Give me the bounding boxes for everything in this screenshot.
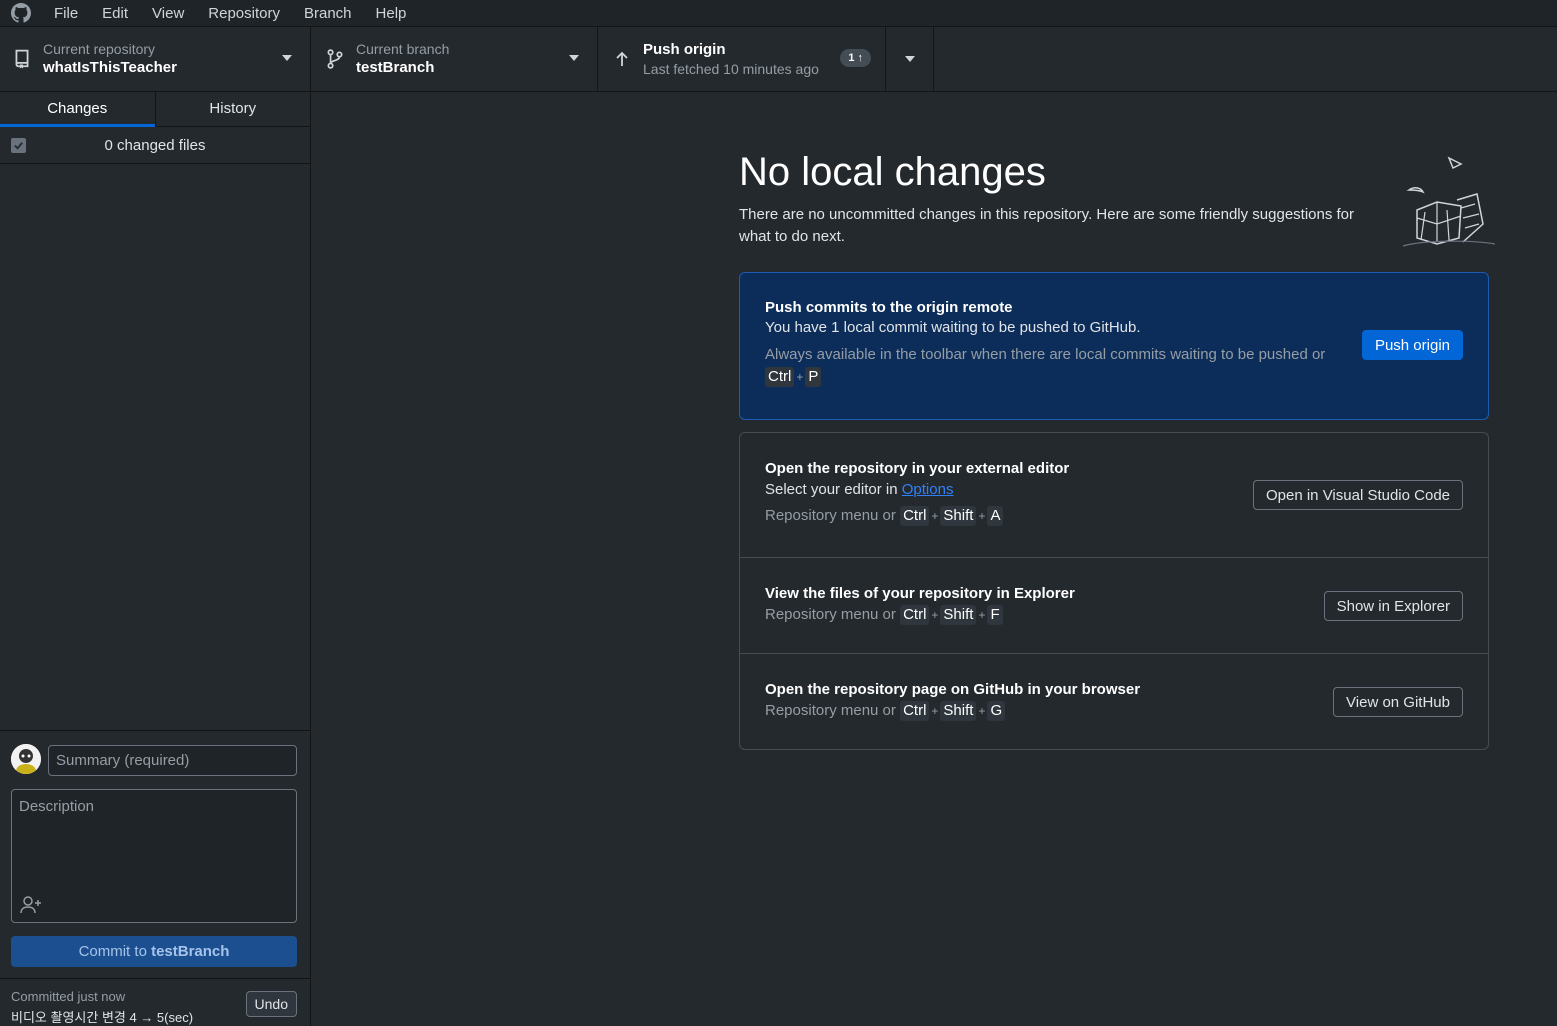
push-subtitle: Last fetched 10 minutes ago: [643, 61, 819, 77]
explorer-card-title: View the files of your repository in Exp…: [765, 585, 1075, 602]
editor-card-title: Open the repository in your external edi…: [765, 460, 1070, 477]
repo-name: whatIsThisTeacher: [43, 59, 177, 76]
push-card-title: Push commits to the origin remote: [765, 299, 1013, 316]
tab-changes[interactable]: Changes: [0, 92, 155, 127]
last-commit-panel: Committed just now 비디오 촬영시간 변경 4 → 5(sec…: [0, 978, 310, 1026]
push-options-dropdown[interactable]: [886, 27, 934, 91]
menu-bar: File Edit View Repository Branch Help: [0, 0, 1557, 27]
commit-form: Commit to testBranch: [0, 730, 310, 978]
repo-label: Current repository: [43, 41, 156, 57]
last-commit-label: Committed just now: [11, 989, 126, 1004]
push-title: Push origin: [643, 41, 726, 58]
menu-help[interactable]: Help: [364, 0, 419, 27]
tab-history[interactable]: History: [154, 92, 311, 126]
explorer-card-hint: Repository menu or: [765, 606, 896, 623]
kbd-shift: Shift: [940, 506, 977, 526]
kbd-ctrl: Ctrl: [900, 605, 930, 625]
branch-label: Current branch: [356, 41, 450, 57]
page-subtitle: There are no uncommitted changes in this…: [739, 206, 1355, 245]
repo-icon: [12, 49, 32, 69]
branch-name: testBranch: [356, 59, 435, 76]
arrow-up-icon: [612, 49, 632, 69]
commit-button-prefix: Commit to: [78, 943, 152, 960]
chevron-down-icon: [282, 55, 292, 61]
repository-selector[interactable]: Current repository whatIsThisTeacher: [0, 27, 311, 91]
push-card-text: You have 1 local commit waiting to be pu…: [765, 319, 1141, 336]
push-origin-button[interactable]: Push origin Last fetched 10 minutes ago …: [598, 27, 886, 91]
page-title: No local changes: [739, 150, 1046, 194]
options-link[interactable]: Options: [902, 481, 954, 498]
push-origin-card-button[interactable]: Push origin: [1361, 330, 1463, 360]
chevron-down-icon: [904, 56, 915, 62]
kbd-shift: Shift: [940, 701, 977, 721]
github-suggestion: Open the repository page on GitHub in yo…: [740, 653, 1488, 749]
editor-card-hint: Repository menu or: [765, 507, 896, 524]
menu-view[interactable]: View: [140, 0, 196, 27]
push-commits-card: Push commits to the origin remote You ha…: [739, 272, 1489, 420]
changed-files-count: 0 changed files: [104, 136, 206, 154]
view-on-github-button[interactable]: View on GitHub: [1333, 687, 1463, 717]
kbd-g: G: [987, 701, 1006, 721]
commit-button[interactable]: Commit to testBranch: [11, 936, 297, 967]
add-coauthor-icon[interactable]: [19, 894, 43, 916]
kbd-ctrl: Ctrl: [900, 506, 930, 526]
show-in-explorer-button[interactable]: Show in Explorer: [1323, 591, 1463, 621]
commit-button-branch: testBranch: [151, 943, 230, 960]
push-count-badge: 1 ↑: [840, 49, 871, 67]
main-content: No local changes There are no uncommitte…: [311, 92, 1557, 1026]
avatar: [11, 744, 41, 774]
sidebar-tabs: Changes History: [0, 92, 310, 127]
kbd-shift: Shift: [940, 605, 977, 625]
kbd-p: P: [805, 367, 822, 387]
explorer-suggestion: View the files of your repository in Exp…: [740, 557, 1488, 653]
github-logo-icon: [0, 0, 42, 27]
menu-file[interactable]: File: [42, 0, 90, 27]
sidebar: Changes History 0 changed files Commit t…: [0, 92, 311, 1026]
kbd-f: F: [987, 605, 1003, 625]
undo-button[interactable]: Undo: [245, 991, 297, 1017]
branch-icon: [325, 49, 345, 69]
menu-branch[interactable]: Branch: [292, 0, 364, 27]
last-commit-message: 비디오 촬영시간 변경 4 → 5(sec): [11, 1010, 194, 1025]
menu-repository[interactable]: Repository: [196, 0, 292, 27]
kbd-ctrl: Ctrl: [900, 701, 930, 721]
open-in-vscode-button[interactable]: Open in Visual Studio Code: [1252, 480, 1463, 510]
changed-files-header: 0 changed files: [0, 127, 310, 164]
toolbar: Current repository whatIsThisTeacher Cur…: [0, 27, 1557, 92]
github-card-hint: Repository menu or: [765, 702, 896, 719]
github-card-title: Open the repository page on GitHub in yo…: [765, 681, 1141, 698]
no-changes-illustration: [1399, 150, 1496, 250]
menu-edit[interactable]: Edit: [90, 0, 140, 27]
chevron-down-icon: [569, 55, 579, 61]
branch-selector[interactable]: Current branch testBranch: [311, 27, 598, 91]
description-box: [11, 789, 297, 923]
description-input[interactable]: [12, 790, 296, 890]
summary-input[interactable]: [48, 745, 297, 776]
editor-suggestion: Open the repository in your external edi…: [740, 433, 1488, 557]
suggestions-card: Open the repository in your external edi…: [739, 432, 1489, 750]
editor-card-text: Select your editor in: [765, 481, 902, 498]
kbd-ctrl: Ctrl: [765, 367, 795, 387]
push-card-hint: Always available in the toolbar when the…: [765, 346, 1326, 363]
kbd-a: A: [987, 506, 1004, 526]
